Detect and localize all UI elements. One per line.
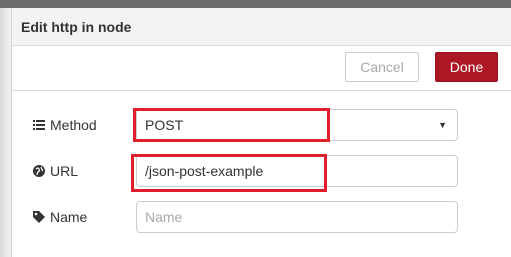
done-button[interactable]: Done	[435, 52, 498, 82]
name-label-text: Name	[50, 209, 88, 225]
url-label: URL	[32, 163, 78, 179]
workspace-edge	[0, 8, 12, 257]
method-label-text: Method	[50, 117, 97, 133]
url-label-text: URL	[50, 163, 79, 179]
list-icon	[32, 118, 46, 132]
method-row: Method POST ▼	[12, 109, 511, 141]
method-select[interactable]: POST ▼	[136, 109, 458, 141]
tag-icon	[32, 210, 46, 224]
name-placeholder: Name	[145, 209, 183, 225]
url-value: /json-post-example	[145, 163, 264, 179]
cancel-button[interactable]: Cancel	[345, 52, 419, 82]
dialog-title: Edit http in node	[21, 19, 132, 35]
method-value: POST	[145, 117, 184, 133]
dialog-toolbar: Cancel Done	[12, 47, 511, 91]
dialog-header: Edit http in node	[12, 8, 511, 46]
globe-icon	[32, 164, 46, 178]
name-label: Name	[32, 209, 87, 225]
chevron-down-icon: ▼	[438, 120, 447, 130]
url-input[interactable]: /json-post-example	[136, 155, 458, 187]
name-row: Name Name	[12, 201, 511, 233]
name-input[interactable]: Name	[136, 201, 458, 233]
url-row: URL /json-post-example	[12, 155, 511, 187]
dialog-content: Method POST ▼ URL /json-post-example Nam…	[12, 92, 511, 257]
method-label: Method	[32, 117, 97, 133]
window-top-bar	[0, 0, 511, 8]
